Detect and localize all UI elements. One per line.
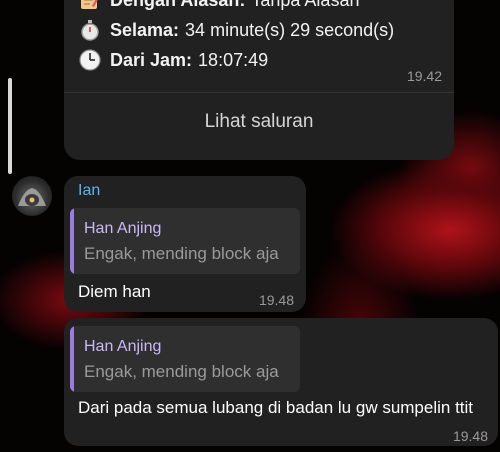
duration-label: Selama:	[110, 19, 180, 40]
message-time: 19.48	[452, 428, 488, 444]
from-time-row: Dari Jam: 18:07:49	[78, 48, 268, 72]
avatar-image	[18, 188, 46, 206]
reply-sender: Han Anjing	[84, 220, 162, 237]
message-text: Dari pada semua lubang di badan lu gw su…	[78, 398, 474, 417]
memo-icon	[78, 0, 102, 12]
sender-name[interactable]: Ian	[78, 182, 100, 200]
message-time: 19.42	[406, 68, 442, 84]
duration-row: Selama: 34 minute(s) 29 second(s)	[78, 18, 394, 42]
from-time-label: Dari Jam:	[110, 49, 193, 70]
stopwatch-icon	[78, 18, 102, 42]
reply-sender: Han Anjing	[84, 338, 162, 355]
reply-bar	[70, 208, 74, 274]
reply-text: Engak, mending block aja	[84, 362, 279, 381]
channel-message-bubble[interactable]: Dengan Alasan: Tanpa Alasan Selama: 34 m…	[64, 0, 454, 160]
view-channel-button[interactable]: Lihat saluran	[64, 92, 454, 152]
incoming-message[interactable]: Han Anjing Engak, mending block aja Dari…	[64, 318, 498, 446]
reason-row: Dengan Alasan: Tanpa Alasan	[78, 0, 359, 12]
reason-label: Dengan Alasan:	[110, 0, 245, 11]
from-time-value: 18:07:49	[198, 49, 269, 70]
clock-icon	[78, 48, 102, 72]
reply-text: Engak, mending block aja	[84, 244, 279, 263]
incoming-message[interactable]: Ian Han Anjing Engak, mending block aja …	[64, 176, 306, 312]
message-text: Diem han	[78, 282, 151, 301]
message-time: 19.48	[258, 292, 294, 308]
reason-value: Tanpa Alasan	[251, 0, 359, 11]
reply-preview[interactable]: Han Anjing Engak, mending block aja	[70, 326, 300, 392]
duration-value: 34 minute(s) 29 second(s)	[185, 19, 395, 40]
scrollbar[interactable]	[8, 78, 12, 174]
reply-bar	[70, 326, 74, 392]
avatar[interactable]	[12, 176, 52, 216]
reply-preview[interactable]: Han Anjing Engak, mending block aja	[70, 208, 300, 274]
